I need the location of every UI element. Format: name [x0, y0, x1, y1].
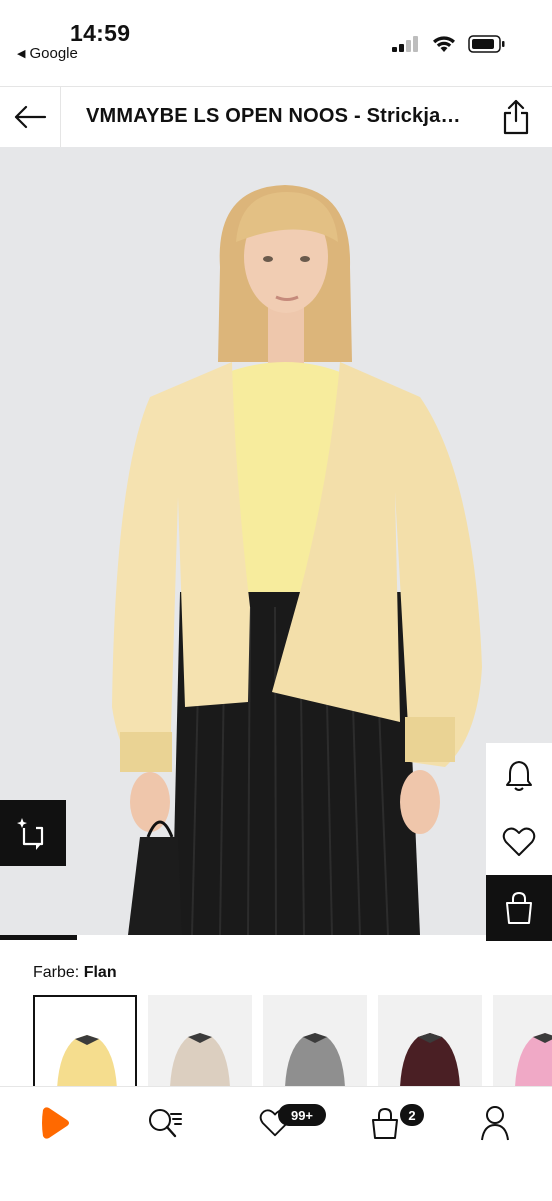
wishlist-button[interactable] [486, 809, 552, 875]
selected-color-name: Flan [83, 964, 117, 981]
nav-home[interactable] [25, 1103, 85, 1143]
wifi-icon [433, 36, 455, 52]
cellular-signal-icon [392, 36, 418, 52]
arrow-left-icon [14, 105, 47, 129]
shopping-bag-icon [506, 891, 532, 924]
cardigan-thumbnail [170, 1033, 230, 1087]
back-app-label: Google [29, 45, 78, 62]
color-swatch[interactable] [493, 995, 552, 1087]
image-pager-track [0, 935, 552, 940]
wishlist-badge: 99+ [278, 1104, 326, 1126]
color-swatches [33, 995, 552, 1087]
search-icon [149, 1109, 182, 1138]
similar-items-icon [17, 818, 44, 850]
cardigan-thumbnail [57, 1035, 117, 1087]
color-label-text: Farbe: [33, 964, 80, 981]
price-alert-button[interactable] [486, 743, 552, 809]
color-swatch[interactable] [148, 995, 252, 1087]
status-time: 14:59 [70, 20, 131, 46]
product-title: VMMAYBE LS OPEN NOOS - Strickjacke [86, 105, 466, 127]
triangle-left-icon: ◀ [17, 48, 26, 60]
product-header: VMMAYBE LS OPEN NOOS - Strickjacke [0, 86, 552, 148]
nav-profile[interactable] [465, 1103, 525, 1143]
battery-icon [468, 35, 505, 53]
back-to-app[interactable]: ◀ Google [17, 45, 78, 62]
status-bar: 14:59 ◀ Google [0, 0, 552, 86]
similar-items-button[interactable] [0, 800, 66, 866]
color-swatch[interactable] [33, 995, 137, 1087]
cardigan-thumbnail [285, 1033, 345, 1087]
cardigan-thumbnail [515, 1033, 552, 1087]
image-pager-indicator [0, 935, 78, 940]
bottom-nav: 99+ 2 [0, 1086, 552, 1201]
color-label: Farbe: Flan [33, 964, 117, 982]
heart-icon [502, 827, 536, 856]
side-actions [486, 743, 552, 941]
share-button[interactable] [498, 97, 534, 137]
share-icon [503, 99, 529, 135]
cardigan-thumbnail [400, 1033, 460, 1087]
bell-icon [506, 761, 532, 791]
nav-search[interactable] [135, 1103, 195, 1143]
status-icons [392, 35, 506, 53]
zalando-logo-icon [42, 1107, 69, 1139]
color-swatch[interactable] [378, 995, 482, 1087]
back-button[interactable] [0, 87, 61, 147]
add-to-cart-button[interactable] [486, 875, 552, 941]
color-swatch[interactable] [263, 995, 367, 1087]
product-photo[interactable] [0, 147, 552, 935]
model-illustration [0, 147, 552, 935]
user-icon [481, 1106, 509, 1141]
cart-badge: 2 [400, 1104, 424, 1126]
shopping-bag-icon [372, 1107, 398, 1139]
